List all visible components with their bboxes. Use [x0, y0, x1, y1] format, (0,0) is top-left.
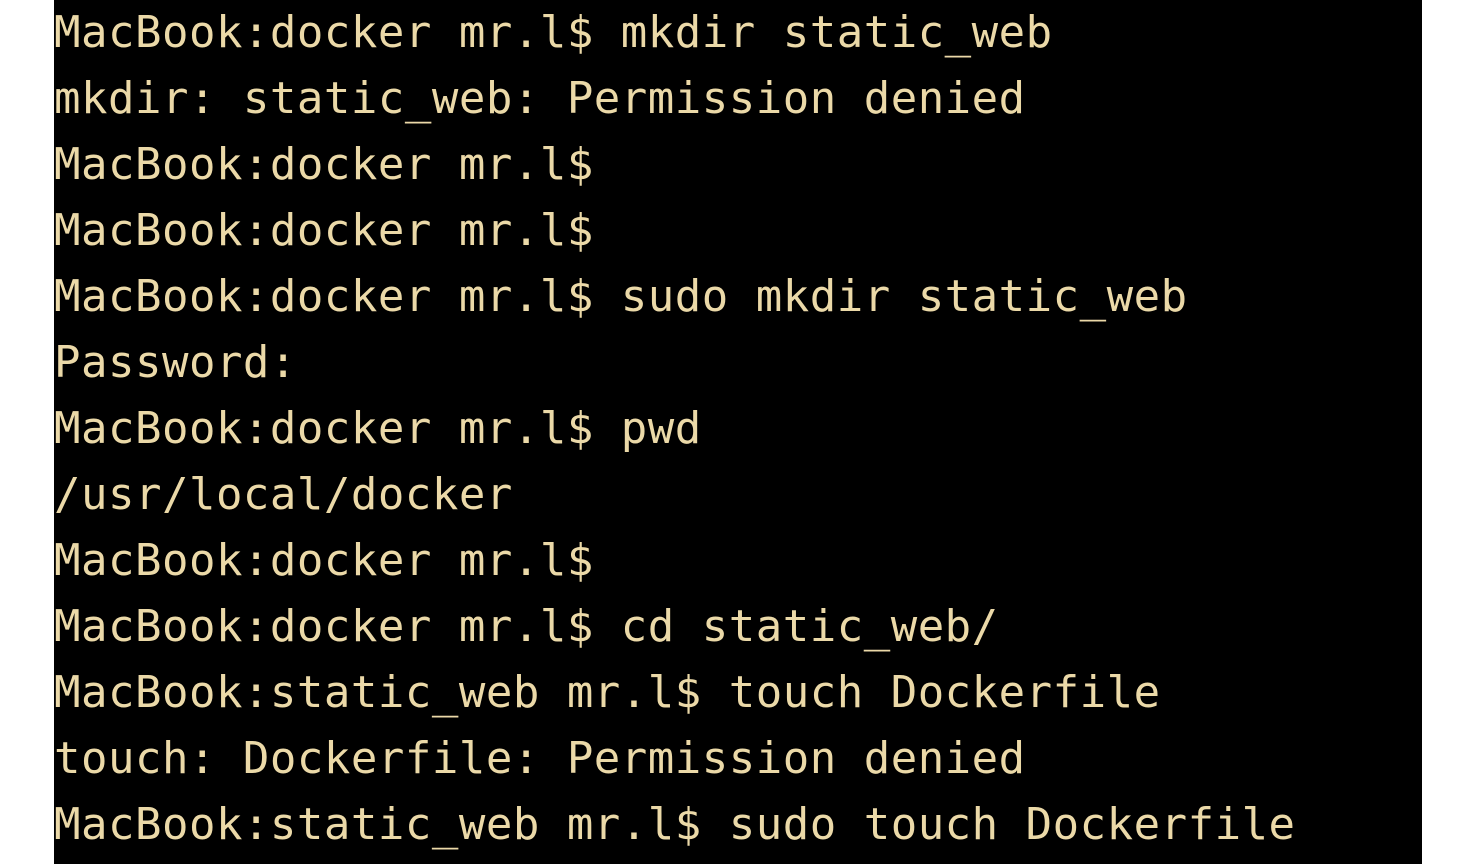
terminal-window[interactable]: MacBook:docker mr.l$ mkdir static_web mk…	[54, 0, 1422, 864]
terminal-line: MacBook:docker mr.l$ sudo mkdir static_w…	[54, 264, 1422, 330]
terminal-line: MacBook:docker mr.l$	[54, 528, 1422, 594]
terminal-line: MacBook:docker mr.l$ cd static_web/	[54, 594, 1422, 660]
terminal-line: Password:	[54, 330, 1422, 396]
terminal-line: MacBook:static_web mr.l$ touch Dockerfil…	[54, 660, 1422, 726]
terminal-line: MacBook:docker mr.l$ mkdir static_web	[54, 0, 1422, 66]
terminal-line: MacBook:static_web mr.l$ sudo touch Dock…	[54, 792, 1422, 858]
terminal-line: MacBook:docker mr.l$ pwd	[54, 396, 1422, 462]
terminal-line: /usr/local/docker	[54, 462, 1422, 528]
terminal-line: touch: Dockerfile: Permission denied	[54, 726, 1422, 792]
terminal-line: MacBook:docker mr.l$	[54, 132, 1422, 198]
terminal-line: MacBook:docker mr.l$	[54, 198, 1422, 264]
terminal-line: mkdir: static_web: Permission denied	[54, 66, 1422, 132]
